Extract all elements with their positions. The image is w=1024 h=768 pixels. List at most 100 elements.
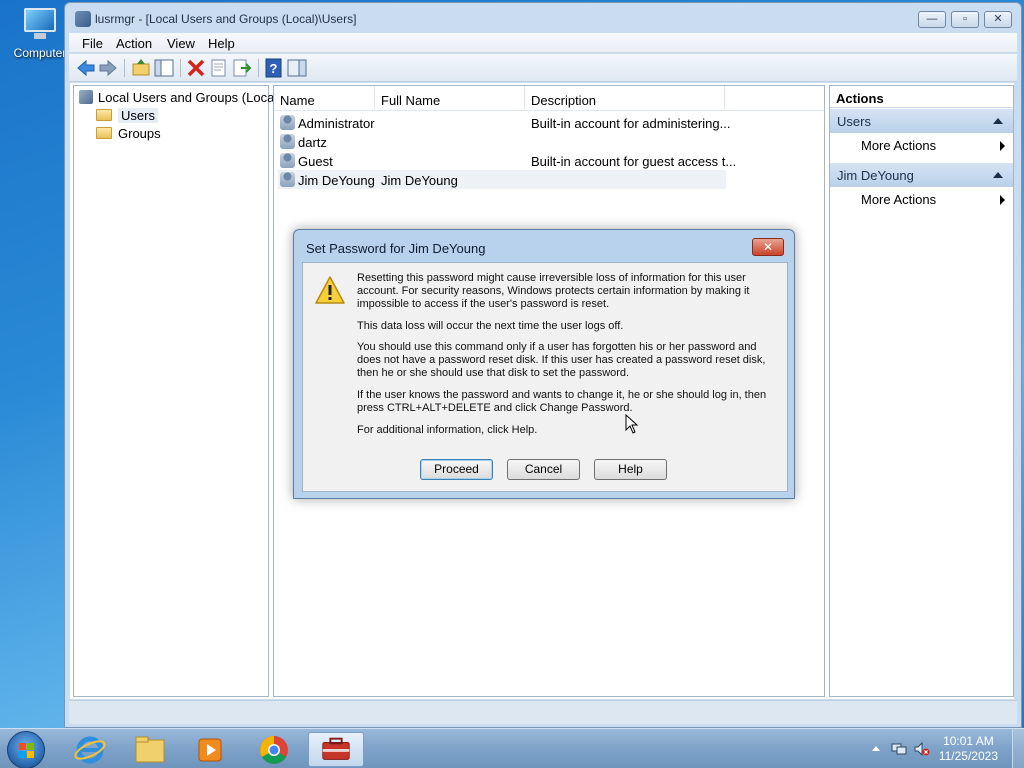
show-hidden-icons-icon[interactable] xyxy=(872,746,880,751)
dialog-paragraph-3: You should use this command only if a us… xyxy=(357,341,766,379)
maximize-button[interactable]: ▫ xyxy=(951,11,979,28)
column-full-name[interactable]: Full Name xyxy=(375,86,525,110)
tree-node-root[interactable]: Local Users and Groups (Local) xyxy=(79,90,282,107)
table-row[interactable]: dartz xyxy=(278,132,726,151)
collapse-caret-icon[interactable] xyxy=(993,172,1003,178)
menu-help[interactable]: Help xyxy=(208,36,235,51)
tree-groups-label: Groups xyxy=(118,126,161,141)
actions-header: Actions xyxy=(830,86,1013,108)
up-folder-icon[interactable] xyxy=(130,57,152,79)
computer-icon xyxy=(20,8,60,42)
file-explorer-icon xyxy=(135,736,165,763)
user-full-name: Jim DeYoung xyxy=(381,173,458,188)
user-icon xyxy=(280,153,295,168)
show-desktop-button[interactable] xyxy=(1012,729,1024,768)
dialog-paragraph-1: Resetting this password might cause irre… xyxy=(357,272,750,310)
warning-icon xyxy=(315,276,345,304)
toolbar: ? xyxy=(69,54,1017,82)
delete-icon[interactable] xyxy=(185,57,207,79)
tree-root-label: Local Users and Groups (Local) xyxy=(98,90,282,105)
collapse-caret-icon[interactable] xyxy=(993,118,1003,124)
user-name: dartz xyxy=(298,135,327,150)
table-row[interactable]: Guest Built-in account for guest access … xyxy=(278,151,736,170)
user-icon xyxy=(280,134,295,149)
user-icon xyxy=(280,115,295,130)
console-tree: Local Users and Groups (Local) Users Gro… xyxy=(73,85,282,697)
proceed-button[interactable]: Proceed xyxy=(420,459,493,480)
taskbar-lusrmgr[interactable] xyxy=(308,732,364,767)
close-button[interactable]: ✕ xyxy=(984,11,1012,28)
user-description: Built-in account for guest access t... xyxy=(531,154,737,169)
toolbar-separator xyxy=(124,59,125,77)
computer-icon-label: Computer xyxy=(13,46,67,60)
actions-pane: Actions Users More Actions Jim DeYoung M… xyxy=(829,85,1014,697)
dialog-body: Resetting this password might cause irre… xyxy=(302,262,788,492)
menu-action[interactable]: Action xyxy=(116,36,152,51)
folder-icon xyxy=(96,127,112,139)
dialog-paragraph-4: If the user knows the password and wants… xyxy=(357,389,767,414)
users-more-actions-label: More Actions xyxy=(861,138,937,153)
internet-explorer-icon xyxy=(74,736,106,764)
tree-node-users[interactable]: Users xyxy=(96,108,158,125)
forward-arrow-icon[interactable] xyxy=(97,57,119,79)
actions-section-user-label: Jim DeYoung xyxy=(837,168,914,183)
toolbar-separator xyxy=(180,59,181,77)
lusrmgr-app-icon xyxy=(75,11,91,27)
users-more-actions[interactable]: More Actions xyxy=(830,135,1013,155)
set-password-dialog: Set Password for Jim DeYoung ✕ Resetting… xyxy=(293,229,795,499)
chrome-icon xyxy=(260,736,288,764)
taskbar-file-explorer[interactable] xyxy=(122,732,178,767)
user-name: Jim DeYoung xyxy=(298,173,375,188)
actions-section-user[interactable]: Jim DeYoung xyxy=(830,163,1013,187)
user-description: Built-in account for administering... xyxy=(531,116,731,131)
table-row[interactable]: Administrator Built-in account for admin… xyxy=(278,113,730,132)
window-titlebar[interactable]: lusrmgr - [Local Users and Groups (Local… xyxy=(65,3,1021,33)
help-icon[interactable]: ? xyxy=(263,57,285,79)
cancel-button[interactable]: Cancel xyxy=(507,459,580,480)
svg-text:?: ? xyxy=(270,61,278,76)
table-row[interactable]: Jim DeYoung Jim DeYoung xyxy=(278,170,726,189)
back-arrow-icon[interactable] xyxy=(75,57,97,79)
list-header: Name Full Name Description xyxy=(274,86,824,111)
help-button[interactable]: Help xyxy=(594,459,667,480)
actions-section-users[interactable]: Users xyxy=(830,109,1013,133)
menu-file[interactable]: File xyxy=(82,36,103,51)
show-action-pane-icon[interactable] xyxy=(286,57,308,79)
menu-bar: File Action View Help xyxy=(69,33,1017,53)
tree-users-label: Users xyxy=(118,108,158,123)
computer-management-icon xyxy=(322,737,350,760)
user-name: Administrator xyxy=(298,116,375,131)
actions-section-users-label: Users xyxy=(837,114,871,129)
properties-icon[interactable] xyxy=(208,57,230,79)
dialog-title: Set Password for Jim DeYoung xyxy=(306,241,486,256)
submenu-arrow-icon xyxy=(1000,141,1005,151)
volume-muted-icon[interactable] xyxy=(914,742,930,756)
taskbar-media-player[interactable] xyxy=(182,732,238,767)
user-name: Guest xyxy=(298,154,333,169)
user-icon xyxy=(280,172,295,187)
menu-view[interactable]: View xyxy=(167,36,195,51)
dialog-paragraph-2: This data loss will occur the next time … xyxy=(357,320,624,332)
taskbar-chrome[interactable] xyxy=(246,732,302,767)
submenu-arrow-icon xyxy=(1000,195,1005,205)
column-description[interactable]: Description xyxy=(525,86,725,110)
mouse-cursor-icon xyxy=(625,414,639,434)
computer-desktop-icon[interactable]: Computer xyxy=(8,8,72,60)
dialog-close-button[interactable]: ✕ xyxy=(752,238,784,256)
minimize-button[interactable]: — xyxy=(918,11,946,28)
network-icon[interactable] xyxy=(891,742,907,756)
taskbar: 10:01 AM 11/25/2023 xyxy=(0,728,1024,768)
system-clock[interactable]: 10:01 AM 11/25/2023 xyxy=(939,734,998,764)
tree-node-groups[interactable]: Groups xyxy=(96,126,161,143)
show-hide-tree-icon[interactable] xyxy=(153,57,175,79)
export-list-icon[interactable] xyxy=(231,57,253,79)
taskbar-internet-explorer[interactable] xyxy=(62,732,118,767)
column-name[interactable]: Name xyxy=(274,86,375,110)
start-button[interactable] xyxy=(7,731,45,768)
dialog-paragraph-5: For additional information, click Help. xyxy=(357,424,538,436)
clock-date: 11/25/2023 xyxy=(938,749,998,763)
media-player-icon xyxy=(198,738,222,762)
clock-time: 10:01 AM xyxy=(943,734,994,748)
toolbar-separator xyxy=(258,59,259,77)
user-more-actions[interactable]: More Actions xyxy=(830,189,1013,209)
